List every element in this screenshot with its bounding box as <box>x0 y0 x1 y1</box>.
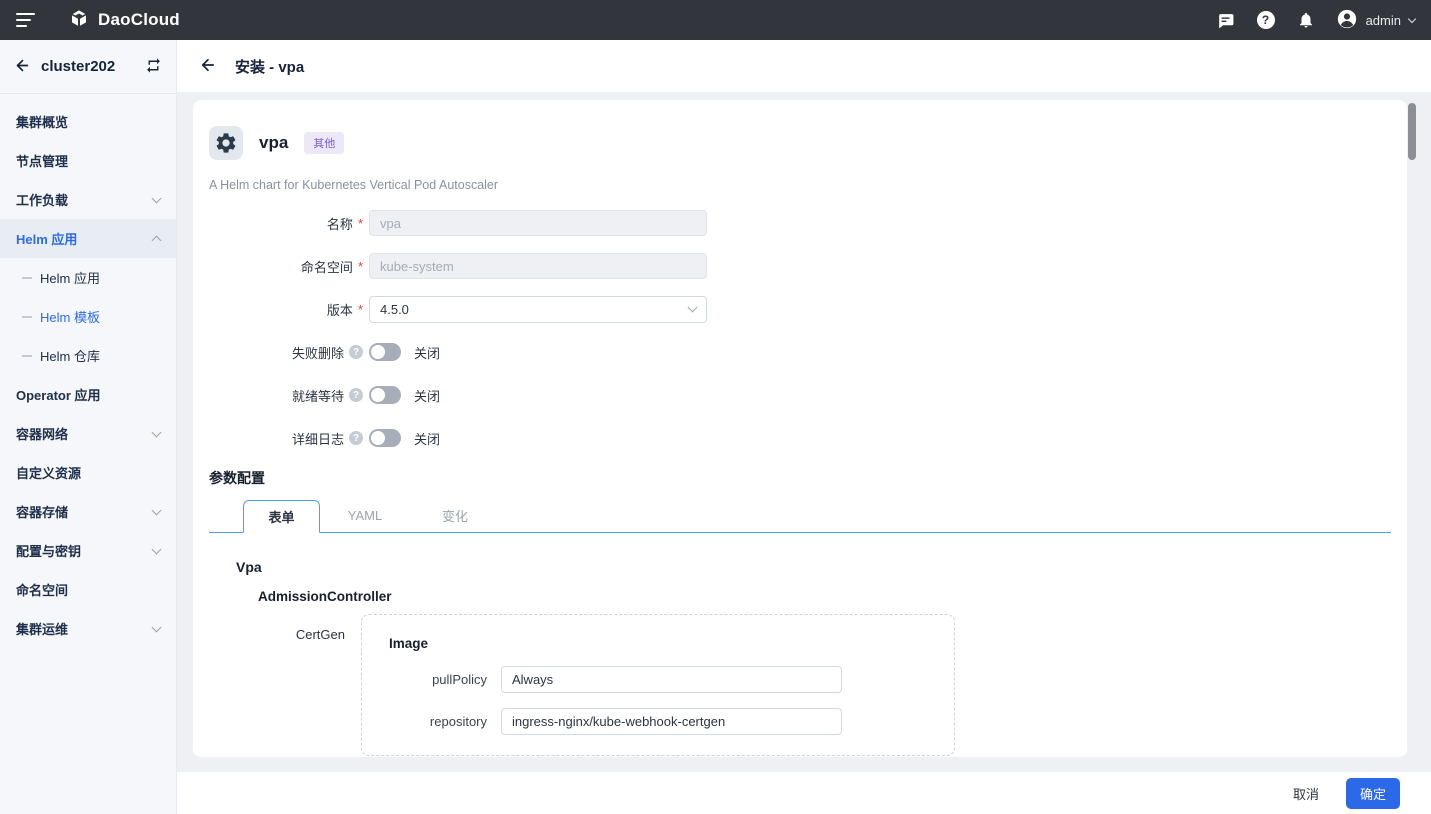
app-gear-icon <box>209 126 243 160</box>
certgen-label: CertGen <box>295 627 345 642</box>
sidebar-item-cluster-overview[interactable]: 集群概览 <box>0 102 176 141</box>
sidebar-item-workloads[interactable]: 工作负载 <box>0 180 176 219</box>
required-asterisk: * <box>357 215 363 231</box>
sidebar-nav: 集群概览 节点管理 工作负载 Helm 应用 Helm 应用 Helm 模板 H… <box>0 94 176 648</box>
version-field-label: 版本 <box>326 302 353 318</box>
page-title: 安装 - vpa <box>235 58 305 76</box>
bell-icon[interactable] <box>1296 10 1316 30</box>
required-asterisk: * <box>357 258 363 274</box>
namespace-input[interactable] <box>369 253 707 279</box>
sidebar-item-container-storage[interactable]: 容器存储 <box>0 492 176 531</box>
sidebar-item-custom-resources[interactable]: 自定义资源 <box>0 453 176 492</box>
switch-cluster-icon[interactable] <box>145 57 162 77</box>
scrollbar-thumb[interactable] <box>1408 103 1416 160</box>
root-heading: Vpa <box>236 559 262 575</box>
chevron-up-icon <box>151 235 162 246</box>
chat-icon[interactable] <box>1216 10 1236 30</box>
user-name: admin <box>1365 12 1401 28</box>
sidebar-item-helm-repos[interactable]: Helm 仓库 <box>0 336 176 375</box>
tab-form[interactable]: 表单 <box>243 500 320 533</box>
menu-icon[interactable] <box>16 13 38 27</box>
toggle-state-label: 关闭 <box>414 388 441 404</box>
help-icon[interactable]: ? <box>349 345 363 359</box>
chevron-down-icon <box>151 193 162 203</box>
chevron-down-icon <box>687 302 698 313</box>
sidebar-item-container-network[interactable]: 容器网络 <box>0 414 176 453</box>
verbose-log-toggle[interactable] <box>369 429 401 447</box>
group-heading: AdmissionController <box>258 589 392 604</box>
app-category-badge: 其他 <box>304 132 345 154</box>
delete-on-fail-label: 失败删除 <box>291 345 344 361</box>
ready-wait-toggle[interactable] <box>369 386 401 404</box>
ready-wait-label: 就绪等待 <box>291 388 344 404</box>
back-icon[interactable] <box>14 57 31 77</box>
repository-input[interactable] <box>501 708 842 735</box>
params-section-title: 参数配置 <box>209 470 265 486</box>
chevron-down-icon <box>151 505 162 515</box>
namespace-field-label: 命名空间 <box>300 259 353 275</box>
params-tabbar: 表单 YAML 变化 <box>209 500 1391 533</box>
sidebar-item-config-secrets[interactable]: 配置与密钥 <box>0 531 176 570</box>
cancel-button[interactable]: 取消 <box>1293 784 1319 803</box>
daocloud-logo-icon <box>68 8 90 33</box>
toggle-state-label: 关闭 <box>414 345 441 361</box>
confirm-button[interactable]: 确定 <box>1345 777 1400 809</box>
help-icon[interactable]: ? <box>349 431 363 445</box>
install-form-card: vpa 其他 A Helm chart for Kubernetes Verti… <box>193 100 1407 757</box>
footer-actions: 取消 确定 <box>177 772 1431 814</box>
dash-icon <box>22 354 32 357</box>
chevron-down-icon <box>151 622 162 632</box>
sidebar-item-helm-templates[interactable]: Helm 模板 <box>0 297 176 336</box>
cluster-name: cluster202 <box>41 58 116 75</box>
user-menu[interactable]: admin <box>1336 8 1417 33</box>
verbose-log-label: 详细日志 <box>291 431 344 447</box>
avatar-icon <box>1336 8 1358 33</box>
required-asterisk: * <box>357 301 363 317</box>
delete-on-fail-toggle[interactable] <box>369 343 401 361</box>
back-icon[interactable] <box>199 56 217 77</box>
sidebar-item-node-management[interactable]: 节点管理 <box>0 141 176 180</box>
sidebar-item-helm-apps[interactable]: Helm 应用 <box>0 219 176 258</box>
repository-label: repository <box>429 714 487 729</box>
certgen-image-box: Image pullPolicy repository <box>361 614 955 756</box>
chevron-down-icon <box>151 544 162 554</box>
version-select[interactable]: 4.5.0 <box>369 295 707 323</box>
sidebar-item-helm-apps-sub[interactable]: Helm 应用 <box>0 258 176 297</box>
sidebar-item-namespaces[interactable]: 命名空间 <box>0 570 176 609</box>
version-value: 4.5.0 <box>380 301 409 317</box>
sidebar-item-cluster-ops[interactable]: 集群运维 <box>0 609 176 648</box>
dash-icon <box>22 315 32 318</box>
sidebar-item-operator-apps[interactable]: Operator 应用 <box>0 375 176 414</box>
help-icon[interactable]: ? <box>1256 10 1276 30</box>
brand-name: DaoCloud <box>98 10 180 29</box>
chevron-down-icon <box>1407 14 1417 23</box>
dash-icon <box>22 276 32 279</box>
name-input[interactable] <box>369 210 707 236</box>
pullpolicy-label: pullPolicy <box>432 672 487 687</box>
tab-diff[interactable]: 变化 <box>410 499 500 532</box>
page-header: 安装 - vpa <box>177 40 1431 92</box>
image-box-title: Image <box>389 636 429 651</box>
chevron-down-icon <box>151 427 162 437</box>
toggle-state-label: 关闭 <box>414 431 441 447</box>
brand-logo[interactable]: DaoCloud <box>68 8 180 33</box>
app-description: A Helm chart for Kubernetes Vertical Pod… <box>209 178 499 192</box>
topbar: DaoCloud ? admin <box>0 0 1431 40</box>
help-icon[interactable]: ? <box>349 388 363 402</box>
name-field-label: 名称 <box>326 216 353 232</box>
tab-yaml[interactable]: YAML <box>320 499 410 532</box>
sidebar: cluster202 集群概览 节点管理 工作负载 Helm 应用 Helm 应… <box>0 40 177 814</box>
pullpolicy-input[interactable] <box>501 666 842 693</box>
app-name: vpa <box>259 133 289 152</box>
